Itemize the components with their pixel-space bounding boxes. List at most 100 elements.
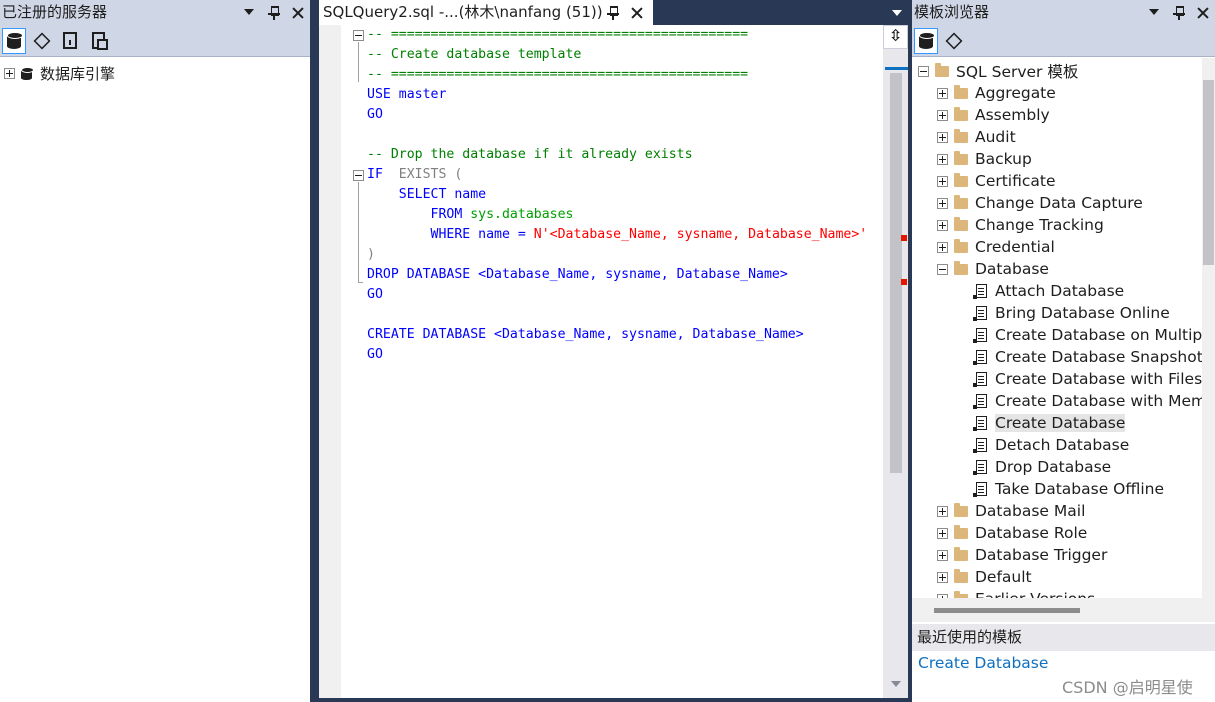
expand-icon[interactable] [937,109,948,121]
tree-node-label: Take Database Offline [995,480,1165,498]
tree-node-label: Detach Database [995,436,1130,454]
tree-node-folder[interactable]: Credential [937,236,1055,258]
scrollbar-thumb[interactable] [1203,80,1214,265]
split-window-button[interactable]: ⇳ [883,25,908,49]
analysis-services-button[interactable] [30,28,54,54]
pin-tab-button[interactable] [607,6,619,20]
tree-node-template[interactable]: Drop Database [973,456,1112,478]
collapse-icon[interactable] [937,263,948,275]
tree-node-folder[interactable]: Aggregate [937,82,1056,104]
database-engine-button[interactable] [2,27,26,54]
scrollbar-thumb[interactable] [890,73,902,473]
template-type-toolbar [912,25,1215,57]
scrollbar-thumb[interactable] [934,608,1080,613]
expand-icon[interactable] [937,175,948,187]
expand-icon[interactable] [937,571,948,583]
tree-node-template[interactable]: Create Database on Multiple [973,324,1204,346]
tree-node-folder[interactable]: Database Mail [937,500,1085,522]
expand-icon[interactable] [937,197,948,209]
tree-node-folder[interactable]: Earlier Versions [937,588,1095,598]
tree-node-folder[interactable]: Audit [937,126,1016,148]
expand-icon[interactable] [937,505,948,517]
tree-node-folder[interactable]: Change Data Capture [937,192,1143,214]
window-position-dropdown-button[interactable] [244,6,256,20]
tree-node-folder[interactable]: Certificate [937,170,1056,192]
template-icon [973,306,987,321]
expand-icon[interactable] [4,67,15,79]
outline-line [358,42,359,82]
scroll-down-arrow-icon[interactable] [891,681,901,687]
string-literal: N'<Database_Name, sysname, Database_Name… [533,227,868,242]
expand-icon[interactable] [937,549,948,561]
tree-node-template[interactable]: Create Database with Filestre [973,368,1204,390]
tab-sqlquery2[interactable]: SQLQuery2.sql -...(林木\nanfang (51)) [319,0,653,25]
code-line: SELECT name [367,185,486,205]
keyword: DROP DATABASE [367,267,471,282]
expand-icon[interactable] [937,219,948,231]
folder-icon [954,524,968,539]
code-line: USE master [367,85,446,105]
template-icon [973,416,987,431]
code-line: -- Create database template [367,47,582,62]
outline-line [358,182,359,282]
tree-node-database-engine[interactable]: 数据库引擎 [4,62,115,84]
template-tree-horizontal-scrollbar[interactable] [912,598,1215,622]
tree-node-sql-server-templates[interactable]: SQL Server 模板 [918,60,1078,82]
tree-node-template[interactable]: Detach Database [973,434,1130,456]
reporting-services-button[interactable] [58,28,82,54]
tree-node-template[interactable]: Bring Database Online [973,302,1170,324]
tree-node-template[interactable]: Take Database Offline [973,478,1165,500]
expand-icon[interactable] [937,87,948,99]
tree-node-folder[interactable]: Default [937,566,1032,588]
tree-node-folder[interactable]: Change Tracking [937,214,1104,236]
code-line: -- Drop the database if it already exist… [367,147,693,162]
tree-node-label: Database [975,260,1049,278]
keyword: FROM [430,207,463,222]
code-editor[interactable]: -- =====================================… [319,25,908,698]
tree-node-template[interactable]: Attach Database [973,280,1124,302]
expand-icon[interactable] [937,527,948,539]
collapse-region-icon[interactable] [353,30,364,41]
expand-icon[interactable] [937,131,948,143]
collapse-region-icon[interactable] [353,170,364,181]
auto-hide-pin-button[interactable] [1173,5,1185,20]
keyword: CREATE DATABASE [367,327,487,342]
close-panel-button[interactable] [292,7,304,19]
error-marker[interactable] [901,279,907,285]
tree-node-template[interactable]: Create Database Snapshot [973,346,1203,368]
close-panel-button[interactable] [1197,7,1209,19]
chevron-down-icon [244,8,254,15]
tree-node-folder[interactable]: Database Trigger [937,544,1107,566]
database-engine-icon [7,32,23,49]
error-marker[interactable] [901,235,907,241]
identifier: sys.databases [462,207,574,222]
tree-node-folder[interactable]: Database [937,258,1049,280]
tree-node-folder[interactable]: Assembly [937,104,1050,126]
integration-services-button[interactable] [86,28,110,54]
tree-node-folder[interactable]: Backup [937,148,1032,170]
window-position-dropdown-button[interactable] [1149,6,1161,20]
registered-servers-titlebar: 已注册的服务器 [0,0,310,25]
database-icon [21,66,34,80]
tree-node-folder[interactable]: Database Role [937,522,1087,544]
expand-icon[interactable] [937,153,948,165]
sql-server-templates-button[interactable] [914,27,938,54]
collapse-icon[interactable] [918,65,929,77]
caret-position-marker [885,67,908,70]
close-tab-button[interactable] [631,7,643,19]
tree-node-template[interactable]: Create Database [973,412,1126,434]
auto-hide-pin-button[interactable] [268,5,280,20]
template-tree[interactable]: SQL Server 模板 Aggregate Assembly Audit Back… [912,58,1204,598]
template-tree-vertical-scrollbar[interactable] [1202,58,1215,598]
expand-icon[interactable] [937,241,948,253]
active-files-dropdown-icon[interactable] [892,10,902,16]
code-line: WHERE name = N'<Database_Name, sysname, … [367,225,868,245]
analysis-services-templates-button[interactable] [942,28,966,54]
recent-templates-header: 最近使用的模板 [912,624,1215,651]
recent-template-link[interactable]: Create Database [918,654,1048,672]
vertical-scrollbar[interactable]: ⇳ [883,25,908,698]
tree-node-template[interactable]: Create Database with Memor [973,390,1204,412]
template-icon [973,482,987,497]
tree-node-label: Drop Database [995,458,1112,476]
keyword: WHERE [430,227,471,242]
